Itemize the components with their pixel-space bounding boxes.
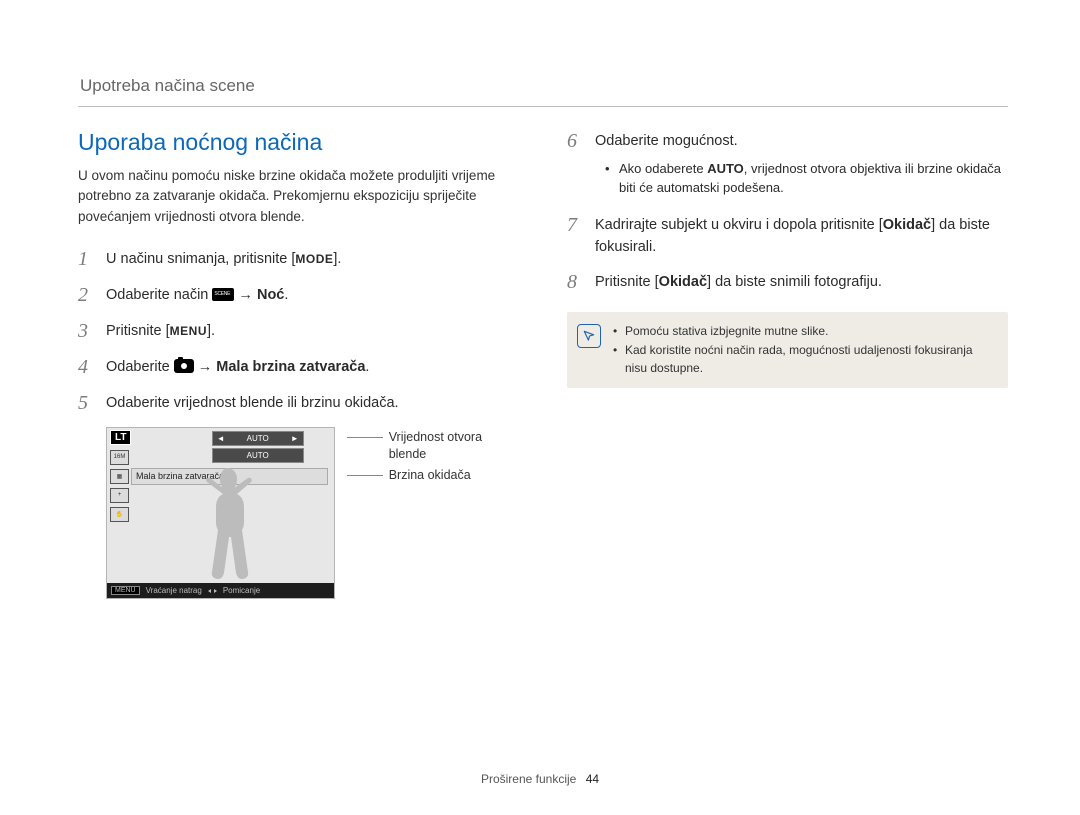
callout-aperture: Vrijednost otvora blende bbox=[347, 429, 519, 464]
step-text: U načinu snimanja, pritisnite [ bbox=[106, 251, 295, 267]
shutter-value: AUTO bbox=[247, 451, 269, 460]
step-number: 3 bbox=[78, 319, 106, 343]
section-title: Uporaba noćnog načina bbox=[78, 129, 519, 156]
intro-paragraph: U ovom načinu pomoću niske brzine okidač… bbox=[78, 166, 519, 227]
note-box: Pomoću stativa izbjegnite mutne slike. K… bbox=[567, 312, 1008, 388]
nav-diamond-icon bbox=[208, 586, 217, 595]
step-number: 1 bbox=[78, 247, 106, 271]
callout-shutter: Brzina okidača bbox=[347, 467, 519, 485]
step-6: 6 Odaberite mogućnost. Ako odaberete AUT… bbox=[567, 129, 1008, 201]
step-bold: Mala brzina zatvarača bbox=[216, 359, 365, 375]
display-bottom-bar: MENU Vraćanje natrag Pomicanje bbox=[107, 583, 334, 598]
step-5: 5 Odaberite vrijednost blende ili brzinu… bbox=[78, 391, 519, 415]
aperture-value: AUTO bbox=[247, 434, 269, 443]
footer-section: Proširene funkcije bbox=[481, 772, 576, 786]
breadcrumb: Upotreba načina scene bbox=[78, 76, 1008, 107]
step-body: Pritisnite [Okidač] da biste snimili fot… bbox=[595, 270, 1008, 294]
note-list: Pomoću stativa izbjegnite mutne slike. K… bbox=[613, 322, 996, 378]
step-3: 3 Pritisnite [MENU]. bbox=[78, 319, 519, 343]
right-column: 6 Odaberite mogućnost. Ako odaberete AUT… bbox=[567, 129, 1008, 599]
figure-row: LT ◄ AUTO ► AUTO 16M ▦ + ✋ bbox=[106, 427, 519, 599]
step-text: Odaberite vrijednost blende ili brzinu o… bbox=[106, 395, 399, 411]
display-side-icons: 16M ▦ + ✋ bbox=[110, 450, 129, 522]
camera-display: LT ◄ AUTO ► AUTO 16M ▦ + ✋ bbox=[106, 427, 335, 599]
bottom-move-label: Pomicanje bbox=[223, 586, 260, 595]
step-body: Pritisnite [MENU]. bbox=[106, 319, 519, 343]
left-column: Uporaba noćnog načina U ovom načinu pomo… bbox=[78, 129, 519, 599]
page-number: 44 bbox=[586, 772, 599, 786]
step-2: 2 Odaberite način → Noć. bbox=[78, 283, 519, 307]
step-number: 4 bbox=[78, 355, 106, 379]
menu-chip: MENU bbox=[111, 586, 140, 595]
note-item: Pomoću stativa izbjegnite mutne slike. bbox=[613, 322, 996, 341]
menu-button-label: MENU bbox=[170, 324, 207, 338]
step-number: 5 bbox=[78, 391, 106, 415]
page-footer: Proširene funkcije 44 bbox=[0, 772, 1080, 786]
ev-icon: + bbox=[110, 488, 129, 503]
bold-text: Okidač bbox=[883, 217, 931, 233]
arrow-icon: → bbox=[194, 359, 217, 375]
display-callouts: Vrijednost otvora blende Brzina okidača bbox=[347, 427, 519, 485]
step-text-post: ]. bbox=[207, 323, 215, 339]
arrow-icon: → bbox=[234, 287, 257, 303]
step-text: Odaberite bbox=[106, 359, 174, 375]
ois-off-icon: ✋ bbox=[110, 507, 129, 522]
step-body: Odaberite vrijednost blende ili brzinu o… bbox=[106, 391, 519, 415]
step-number: 7 bbox=[567, 213, 595, 237]
step-body: Odaberite mogućnost. Ako odaberete AUTO,… bbox=[595, 129, 1008, 201]
step-1: 1 U načinu snimanja, pritisnite [MODE]. bbox=[78, 247, 519, 271]
step-number: 2 bbox=[78, 283, 106, 307]
note-icon bbox=[577, 324, 601, 348]
aperture-dropdown: ◄ AUTO ► bbox=[212, 431, 304, 446]
quality-icon: ▦ bbox=[110, 469, 129, 484]
step-7: 7 Kadrirajte subjekt u okviru i dopola p… bbox=[567, 213, 1008, 259]
step-8: 8 Pritisnite [Okidač] da biste snimili f… bbox=[567, 270, 1008, 294]
scene-icon bbox=[212, 288, 234, 301]
person-silhouette-icon bbox=[189, 466, 269, 588]
step-text-post: . bbox=[284, 287, 288, 303]
step-number: 6 bbox=[567, 129, 595, 153]
bold-text: AUTO bbox=[707, 161, 744, 176]
note-item: Kad koristite noćni način rada, mogućnos… bbox=[613, 341, 996, 378]
shutter-dropdown: AUTO bbox=[212, 448, 304, 463]
left-steps: 1 U načinu snimanja, pritisnite [MODE]. … bbox=[78, 247, 519, 415]
step-text: Odaberite način bbox=[106, 287, 212, 303]
chevron-left-icon: ◄ bbox=[217, 434, 225, 443]
step-body: Odaberite način → Noć. bbox=[106, 283, 519, 307]
step-text: Pritisnite [ bbox=[106, 323, 170, 339]
step-text: Odaberite mogućnost. bbox=[595, 133, 738, 149]
step-4: 4 Odaberite → Mala brzina zatvarača. bbox=[78, 355, 519, 379]
step-number: 8 bbox=[567, 270, 595, 294]
display-corner-badge: LT bbox=[110, 430, 131, 445]
step-sub-bullets: Ako odaberete AUTO, vrijednost otvora ob… bbox=[595, 159, 1008, 198]
step-bold: Noć bbox=[257, 287, 284, 303]
step-body: Kadrirajte subjekt u okviru i dopola pri… bbox=[595, 213, 1008, 259]
bold-text: Okidač bbox=[659, 274, 707, 290]
chevron-right-icon: ► bbox=[291, 434, 299, 443]
mode-button-label: MODE bbox=[295, 252, 333, 266]
size-icon: 16M bbox=[110, 450, 129, 465]
bottom-back-label: Vraćanje natrag bbox=[146, 586, 202, 595]
step-text-post: . bbox=[365, 359, 369, 375]
page: Upotreba načina scene Uporaba noćnog nač… bbox=[0, 0, 1080, 815]
step-body: Odaberite → Mala brzina zatvarača. bbox=[106, 355, 519, 379]
right-steps: 6 Odaberite mogućnost. Ako odaberete AUT… bbox=[567, 129, 1008, 294]
step-text-post: ]. bbox=[333, 251, 341, 267]
content-columns: Uporaba noćnog načina U ovom načinu pomo… bbox=[78, 129, 1008, 599]
camera-icon bbox=[174, 359, 194, 373]
sub-bullet: Ako odaberete AUTO, vrijednost otvora ob… bbox=[609, 159, 1008, 198]
step-body: U načinu snimanja, pritisnite [MODE]. bbox=[106, 247, 519, 271]
